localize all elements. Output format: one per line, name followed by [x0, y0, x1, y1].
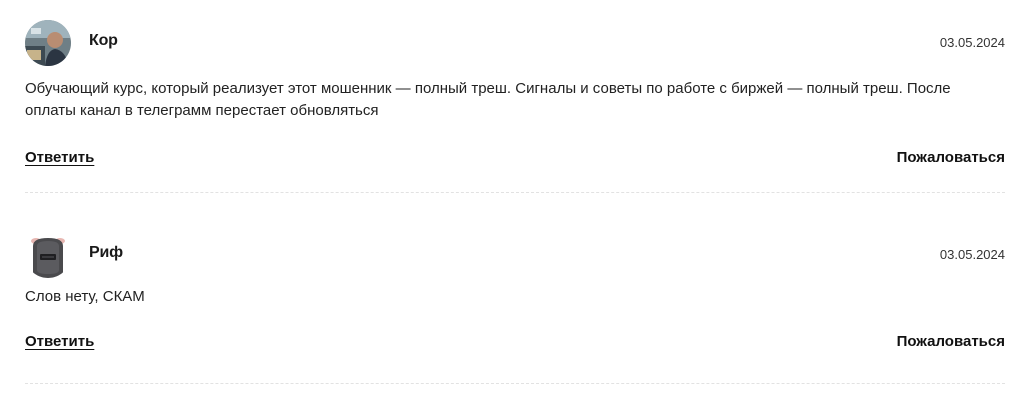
comment-date: 03.05.2024	[939, 35, 1005, 50]
comment-author: Кор	[89, 32, 118, 49]
comment-header: Риф 03.05.2024	[25, 230, 1005, 278]
comment-divider	[25, 192, 1005, 193]
reply-link[interactable]: Ответить	[25, 149, 94, 166]
comment: Риф 03.05.2024 Слов нету, СКАМ Ответить …	[25, 230, 1005, 355]
comment: Кор 03.05.2024 Обучающий курс, который р…	[25, 18, 1005, 171]
comment-text: Обучающий курс, который реализует этот м…	[25, 80, 951, 119]
comment-actions: Ответить Пожаловаться	[25, 149, 1005, 171]
comment-divider	[25, 383, 1005, 384]
avatar	[25, 232, 71, 278]
comment-header: Кор 03.05.2024	[25, 18, 1005, 66]
report-link[interactable]: Пожаловаться	[897, 333, 1005, 350]
report-link[interactable]: Пожаловаться	[897, 149, 1005, 166]
comment-actions: Ответить Пожаловаться	[25, 333, 1005, 355]
comment-author: Риф	[89, 244, 123, 261]
avatar	[25, 20, 71, 66]
comment-text: Слов нету, СКАМ	[25, 288, 145, 305]
comment-date: 03.05.2024	[939, 247, 1005, 262]
reply-link[interactable]: Ответить	[25, 333, 94, 350]
